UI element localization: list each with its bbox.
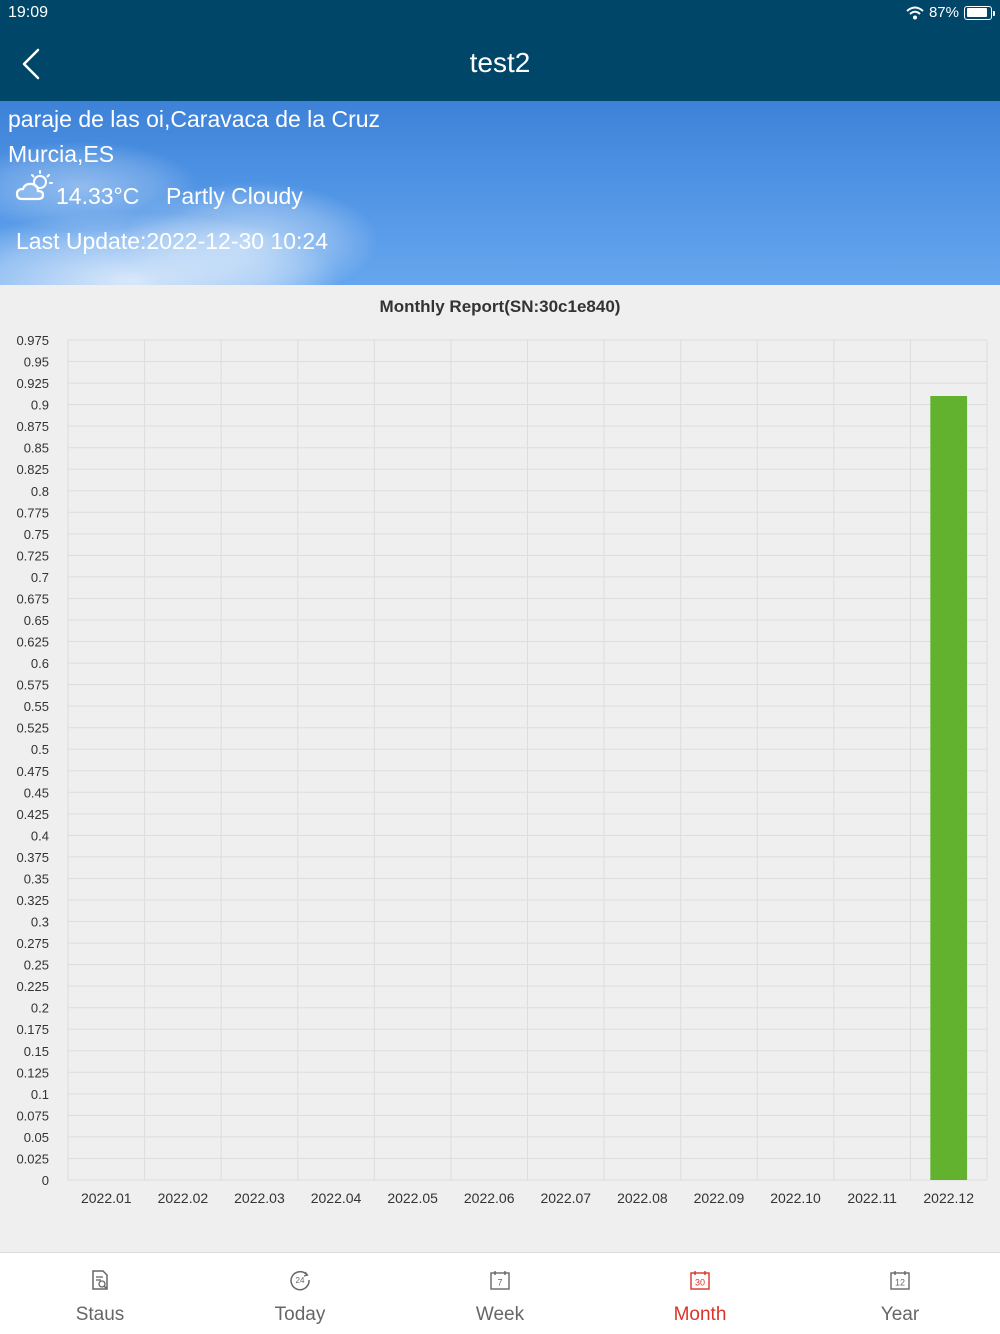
page-title: test2: [469, 47, 531, 78]
y-tick-label: 0.025: [16, 1151, 49, 1166]
calendar-30-icon: 30: [690, 1271, 710, 1290]
y-tick-label: 0.2: [31, 1001, 49, 1016]
x-tick-label: 2022.06: [464, 1190, 515, 1206]
x-tick-label: 2022.12: [923, 1190, 974, 1206]
x-tick-label: 2022.10: [770, 1190, 821, 1206]
chart-area: 0 0.025 0.05 0.075 0.1 0.125 0.15 0.175 0.2 0.225…: [0, 285, 1000, 1252]
x-tick-label: 2022.03: [234, 1190, 285, 1206]
temperature: 14.33°C: [56, 183, 140, 209]
x-tick-label: 2022.04: [311, 1190, 362, 1206]
y-tick-label: 0.175: [16, 1022, 49, 1037]
y-tick-label: 0.525: [16, 721, 49, 736]
svg-text:30: 30: [695, 1278, 705, 1288]
status-report-icon: [92, 1270, 108, 1290]
y-tick-label: 0.675: [16, 591, 49, 606]
weather-condition: Partly Cloudy: [166, 183, 303, 209]
y-tick-label: 0.475: [16, 764, 49, 779]
tab-today-label: Today: [274, 1304, 326, 1325]
y-tick-label: 0.125: [16, 1065, 49, 1080]
y-tick-label: 0.325: [16, 893, 49, 908]
x-tick-label: 2022.05: [387, 1190, 438, 1206]
y-tick-label: 0.1: [31, 1087, 49, 1102]
x-tick-label: 2022.07: [540, 1190, 591, 1206]
y-tick-label: 0.825: [16, 462, 49, 477]
y-tick-label: 0.075: [16, 1108, 49, 1123]
calendar-7-icon: 7: [490, 1271, 510, 1290]
last-update: Last Update:2022-12-30 10:24: [16, 228, 329, 254]
partly-cloudy-icon: [15, 170, 53, 201]
y-tick-label: 0.45: [24, 785, 49, 800]
y-tick-label: 0.25: [24, 958, 49, 973]
tab-week-label: Week: [475, 1304, 525, 1325]
svg-text:24: 24: [296, 1276, 305, 1285]
y-tick-label: 0.65: [24, 613, 49, 628]
y-tick-label: 0.925: [16, 376, 49, 391]
y-tick-label: 0.7: [31, 570, 49, 585]
y-tick-label: 0.975: [16, 333, 49, 348]
y-tick-label: 0.275: [16, 936, 49, 951]
y-tick-label: 0.3: [31, 915, 49, 930]
y-tick-label: 0.875: [16, 419, 49, 434]
y-tick-label: 0.75: [24, 527, 49, 542]
location-line1: paraje de las oi,Caravaca de la Cruz: [8, 106, 381, 132]
y-tick-label: 0.85: [24, 441, 49, 456]
y-tick-label: 0.9: [31, 398, 49, 413]
y-tick-label: 0.6: [31, 656, 49, 671]
svg-text:12: 12: [895, 1278, 905, 1288]
battery-percent: 87%: [928, 4, 959, 21]
y-tick-label: 0.425: [16, 807, 49, 822]
y-tick-label: 0.225: [16, 979, 49, 994]
tab-today[interactable]: 24 Today: [200, 1253, 400, 1334]
y-tick-label: 0.15: [24, 1044, 49, 1059]
y-tick-label: 0.8: [31, 484, 49, 499]
weather-panel: paraje de las oi,Caravaca de la Cruz Mur…: [0, 101, 1000, 285]
y-tick-label: 0.375: [16, 850, 49, 865]
y-tick-label: 0.35: [24, 871, 49, 886]
tab-week[interactable]: 7 Week: [400, 1253, 600, 1334]
x-tick-label: 2022.02: [158, 1190, 209, 1206]
battery-icon: [964, 5, 995, 20]
y-tick-label: 0.725: [16, 548, 49, 563]
y-tick-label: 0.625: [16, 635, 49, 650]
tab-status-label: Staus: [75, 1304, 125, 1325]
tab-year[interactable]: 12 Year: [800, 1253, 1000, 1334]
x-tick-label: 2022.01: [81, 1190, 132, 1206]
calendar-12-icon: 12: [890, 1271, 910, 1290]
y-tick-label: 0.05: [24, 1130, 49, 1145]
x-tick-label: 2022.11: [847, 1190, 897, 1206]
y-tick-label: 0.575: [16, 678, 49, 693]
x-tick-label: 2022.08: [617, 1190, 668, 1206]
status-bar: 19:09 87%: [0, 0, 1000, 28]
y-tick-label: 0: [42, 1173, 49, 1188]
tab-month[interactable]: 30 Month: [600, 1253, 800, 1334]
wifi-icon: [906, 6, 924, 19]
y-tick-label: 0.95: [24, 355, 49, 370]
location-line2: Murcia,ES: [8, 141, 115, 167]
tab-year-label: Year: [880, 1304, 920, 1325]
y-tick-label: 0.4: [31, 828, 49, 843]
y-tick-label: 0.55: [24, 699, 49, 714]
nav-bar: test2: [0, 28, 1000, 101]
tab-status[interactable]: Staus: [0, 1253, 200, 1334]
status-time: 19:09: [8, 4, 49, 21]
24h-clock-icon: 24: [290, 1270, 310, 1291]
status-indicators: 87%: [906, 4, 995, 21]
chart-title: Monthly Report(SN:30c1e840): [379, 297, 621, 316]
x-tick-label: 2022.09: [694, 1190, 745, 1206]
tab-month-label: Month: [673, 1304, 727, 1325]
y-tick-label: 0.775: [16, 505, 49, 520]
bar-2022.12: [930, 396, 968, 1180]
y-tick-label: 0.5: [31, 742, 49, 757]
svg-text:7: 7: [497, 1278, 502, 1288]
tab-bar: Staus 24 Today 7 Week 30 Month 12 Year: [0, 1252, 1000, 1334]
battery-level: [966, 8, 987, 17]
monthly-bar-chart: 0 0.025 0.05 0.075 0.1 0.125 0.15 0.175 0.2 0.225…: [16, 333, 988, 1206]
